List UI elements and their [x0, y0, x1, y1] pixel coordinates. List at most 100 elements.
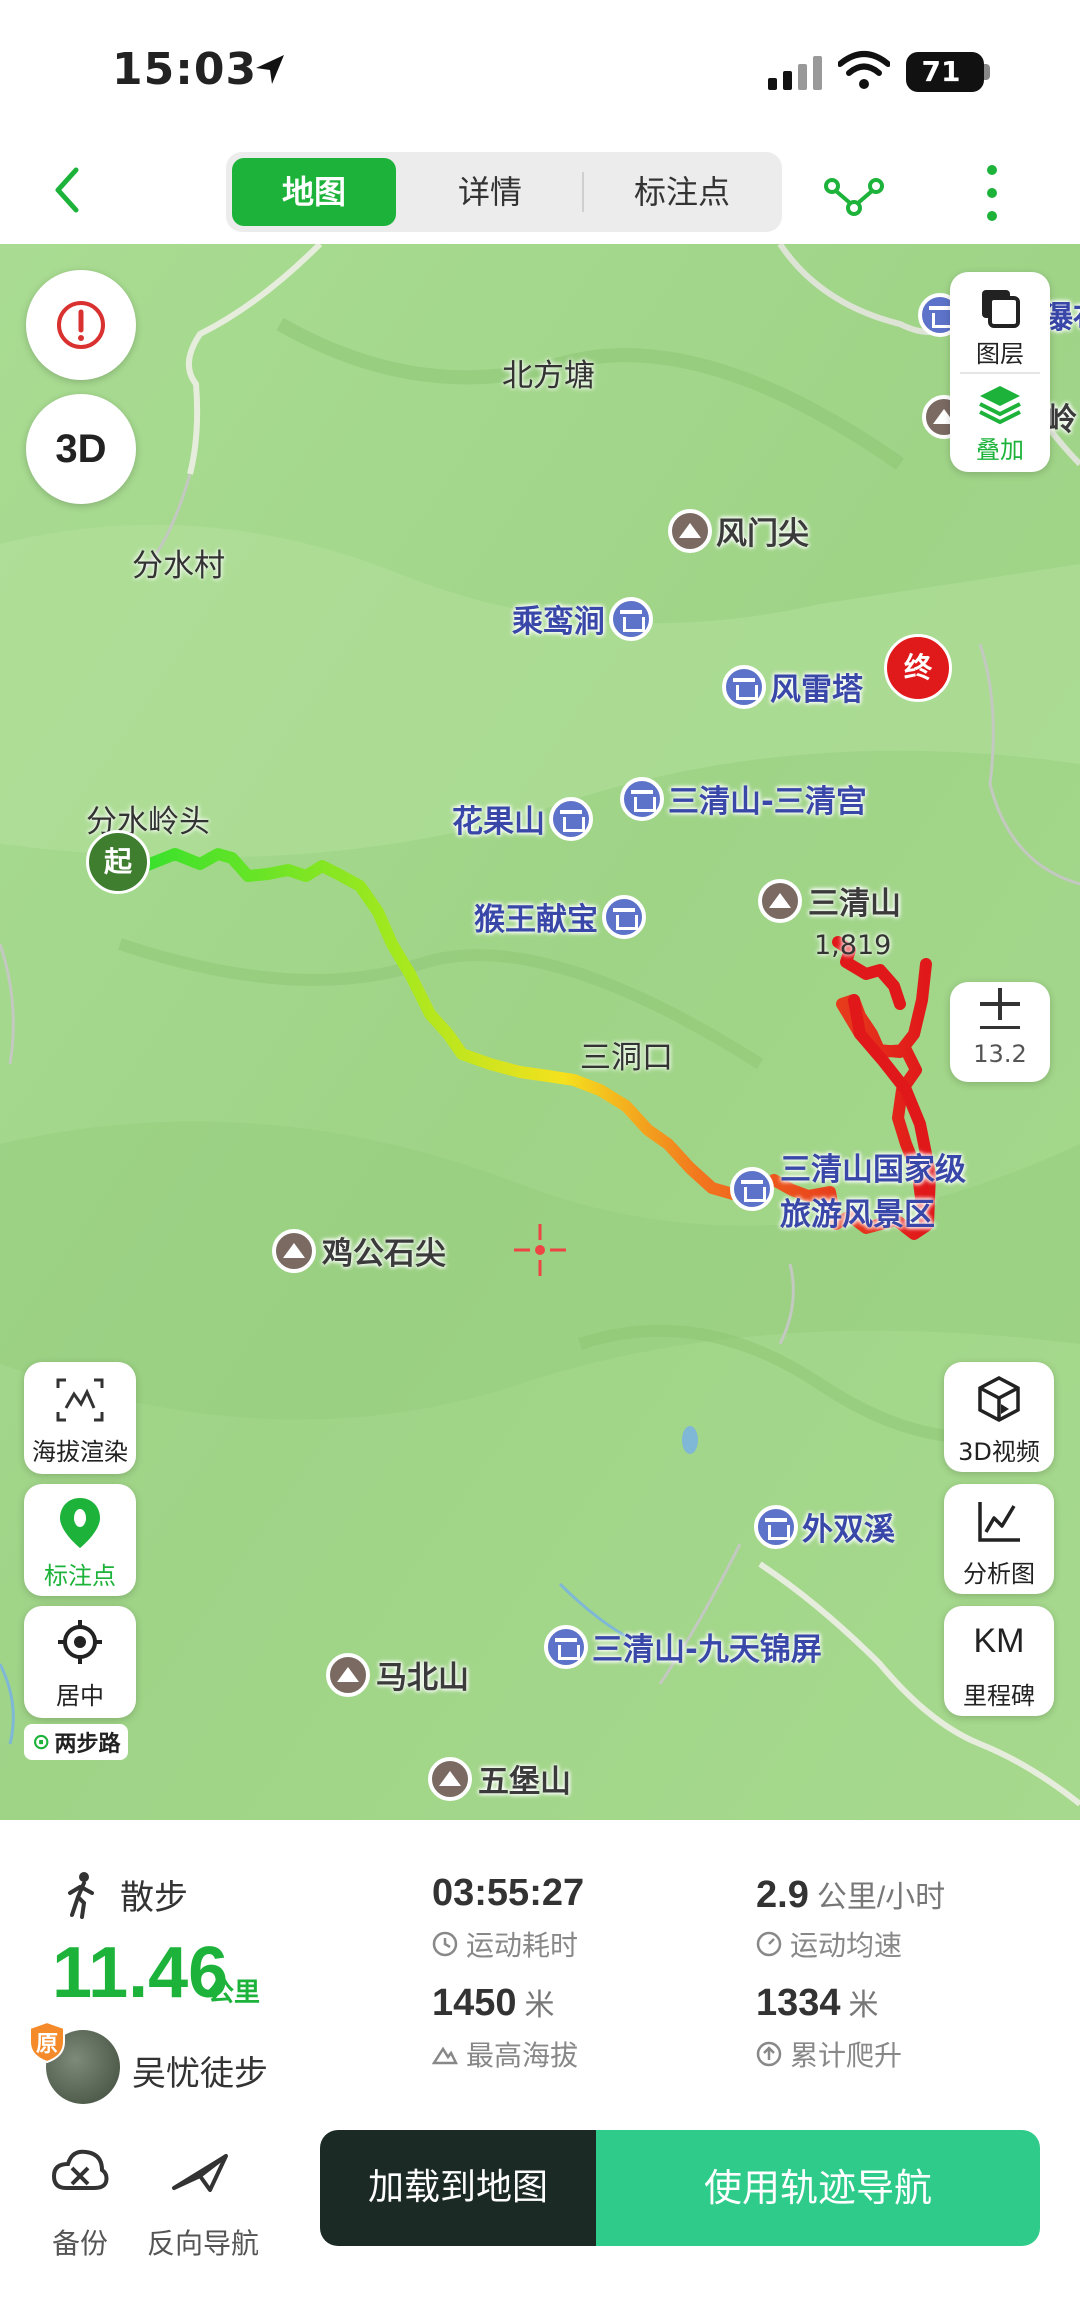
cloud-backup-icon	[51, 2149, 109, 2190]
center-button[interactable]: 居中	[24, 1606, 136, 1718]
elevation-render-label: 海拔渲染	[32, 1438, 128, 1466]
poi-sanqinggong[interactable]: 三清山-三清宫	[620, 776, 867, 821]
activity-type-label: 散步	[120, 1878, 188, 1918]
scenic-spot-icon	[544, 1624, 588, 1669]
tab-details[interactable]: 详情	[402, 158, 578, 226]
milestone-button[interactable]: KM 里程碑	[944, 1606, 1054, 1716]
overlay-label[interactable]: 叠加	[950, 430, 1050, 465]
ascent-value: 1334	[756, 1982, 841, 2024]
footprint-pin-icon	[60, 1498, 100, 1548]
3d-video-label: 3D视频	[958, 1438, 1040, 1466]
brand-text: 两步路	[54, 1732, 121, 1757]
tab-divider	[582, 172, 584, 212]
elevation-icon	[56, 1378, 104, 1422]
more-options-icon[interactable]	[972, 158, 1012, 228]
poi-huaguoshan[interactable]: 花果山	[452, 796, 593, 841]
poi-fengmenjian[interactable]: 风门尖	[668, 508, 809, 553]
zoom-icon-base	[980, 1026, 1020, 1029]
cube-icon	[978, 1376, 1020, 1422]
poi-label: 三清山-九天锦屏	[592, 1632, 822, 1668]
wifi-icon	[838, 51, 890, 89]
original-badge-text: 原	[35, 2032, 58, 2057]
km-label: KM	[973, 1622, 1025, 1660]
location-arrow-icon	[256, 55, 284, 84]
backup-button[interactable]: 备份	[40, 2144, 120, 2264]
max-elevation-label-text: 最高海拔	[466, 2039, 579, 2072]
route-start-marker[interactable]: 起	[86, 830, 150, 894]
poi-wubaoshan[interactable]: 五堡山	[428, 1756, 571, 1801]
clock-icon	[432, 1931, 458, 1957]
tab-map[interactable]: 地图	[232, 158, 396, 226]
layers-panel: 图层 叠加	[950, 272, 1050, 472]
poi-chengluanjian[interactable]: 乘鸾涧	[512, 596, 653, 641]
analysis-button[interactable]: 分析图	[944, 1484, 1054, 1594]
duration-stat: 03:55:27	[432, 1872, 584, 1915]
poi-mabeishan[interactable]: 马北山	[326, 1652, 469, 1697]
activity-type: 散步	[62, 1870, 188, 1919]
top-nav: 地图 详情 标注点	[0, 140, 1080, 244]
mountain-icon	[326, 1652, 370, 1697]
reverse-arrow-icon	[172, 2154, 228, 2192]
speed-stat: 2.9 公里/小时	[756, 1872, 945, 1917]
3d-toggle-button[interactable]: 3D	[26, 394, 136, 504]
route-end-marker[interactable]: 终	[884, 634, 952, 702]
center-target-icon	[58, 1620, 102, 1664]
duration-label: 运动耗时	[432, 1924, 578, 1964]
up-arrow-icon	[756, 2041, 782, 2067]
poi-label: 马北山	[376, 1660, 469, 1696]
alert-button[interactable]	[26, 270, 136, 380]
scenic-spot-icon	[609, 596, 653, 641]
map-view[interactable]: 北方塘 分水村 分水岭头 三洞口 风门尖 乘鸾涧 风雷塔 花果山 三清山-三清宫…	[0, 244, 1080, 1820]
poi-label: 三清山-三清宫	[668, 784, 867, 820]
reverse-navigation-button[interactable]: 反向导航	[138, 2144, 268, 2264]
milestone-label: 里程碑	[963, 1682, 1035, 1710]
max-elevation-unit: 米	[524, 1989, 555, 2022]
3d-icon: 3D	[55, 427, 107, 471]
center-label: 居中	[56, 1682, 104, 1710]
peak-elevation: 1,819	[814, 930, 892, 961]
3d-video-button[interactable]: 3D视频	[944, 1362, 1054, 1472]
annotation-button[interactable]: 标注点	[24, 1484, 136, 1596]
speed-unit: 公里/小时	[816, 1881, 946, 1914]
place-fenshuicun: 分水村	[132, 548, 225, 584]
max-elevation-label: 最高海拔	[432, 2034, 578, 2074]
route-share-icon[interactable]	[822, 162, 886, 226]
track-summary-panel: 散步 11.46 公里 03:55:27 运动耗时 2.9 公里/小时 运动均速 …	[0, 1820, 1080, 2302]
speed-label: 运动均速	[756, 1924, 902, 1964]
battery-cap	[984, 64, 990, 80]
poi-label: 花果山	[452, 804, 545, 840]
poi-fengleita[interactable]: 风雷塔	[722, 664, 863, 709]
poi-houwangxianbao[interactable]: 猴王献宝	[474, 894, 646, 939]
poi-sanqingshan[interactable]: 三清山	[758, 878, 901, 923]
annotation-label: 标注点	[44, 1562, 116, 1590]
poi-jigongshijian[interactable]: 鸡公石尖	[272, 1228, 446, 1273]
walking-icon	[68, 1871, 94, 1919]
layers-icon[interactable]	[978, 286, 1022, 330]
track-navigation-button[interactable]: 使用轨迹导航	[596, 2130, 1040, 2246]
zoom-level: 13.2	[973, 1040, 1027, 1068]
back-button[interactable]	[40, 160, 100, 220]
tab-waypoints[interactable]: 标注点	[588, 158, 776, 226]
author-name[interactable]: 吴忧徒步	[132, 2046, 268, 2095]
duration-value: 03:55:27	[432, 1872, 585, 1914]
zoom-button[interactable]: 13.2	[950, 982, 1050, 1082]
poi-jiutianjinping[interactable]: 三清山-九天锦屏	[544, 1624, 822, 1669]
alert-icon	[57, 301, 105, 349]
poi-scenic-area[interactable]: 三清山国家级 旅游风景区	[730, 1144, 966, 1234]
poi-label: 风门尖	[716, 516, 809, 552]
distance-value: 11.46	[52, 1933, 229, 2013]
ascent-label: 累计爬升	[756, 2034, 902, 2074]
mountain-icon	[428, 1756, 472, 1801]
max-elevation-stat: 1450 米	[432, 1980, 555, 2025]
original-badge: 原	[28, 2020, 66, 2064]
load-to-map-button[interactable]: 加载到地图	[320, 2130, 596, 2246]
brand-pin-icon: ⊙	[32, 1729, 51, 1755]
elevation-render-button[interactable]: 海拔渲染	[24, 1362, 136, 1474]
overlay-icon[interactable]	[976, 382, 1024, 426]
poi-label: 外双溪	[802, 1512, 895, 1548]
layers-label[interactable]: 图层	[950, 334, 1050, 369]
speedometer-icon	[756, 1931, 782, 1957]
pagoda-icon	[722, 664, 766, 709]
poi-waishuangxi[interactable]: 外双溪	[754, 1504, 895, 1549]
ascent-unit: 米	[848, 1989, 879, 2022]
